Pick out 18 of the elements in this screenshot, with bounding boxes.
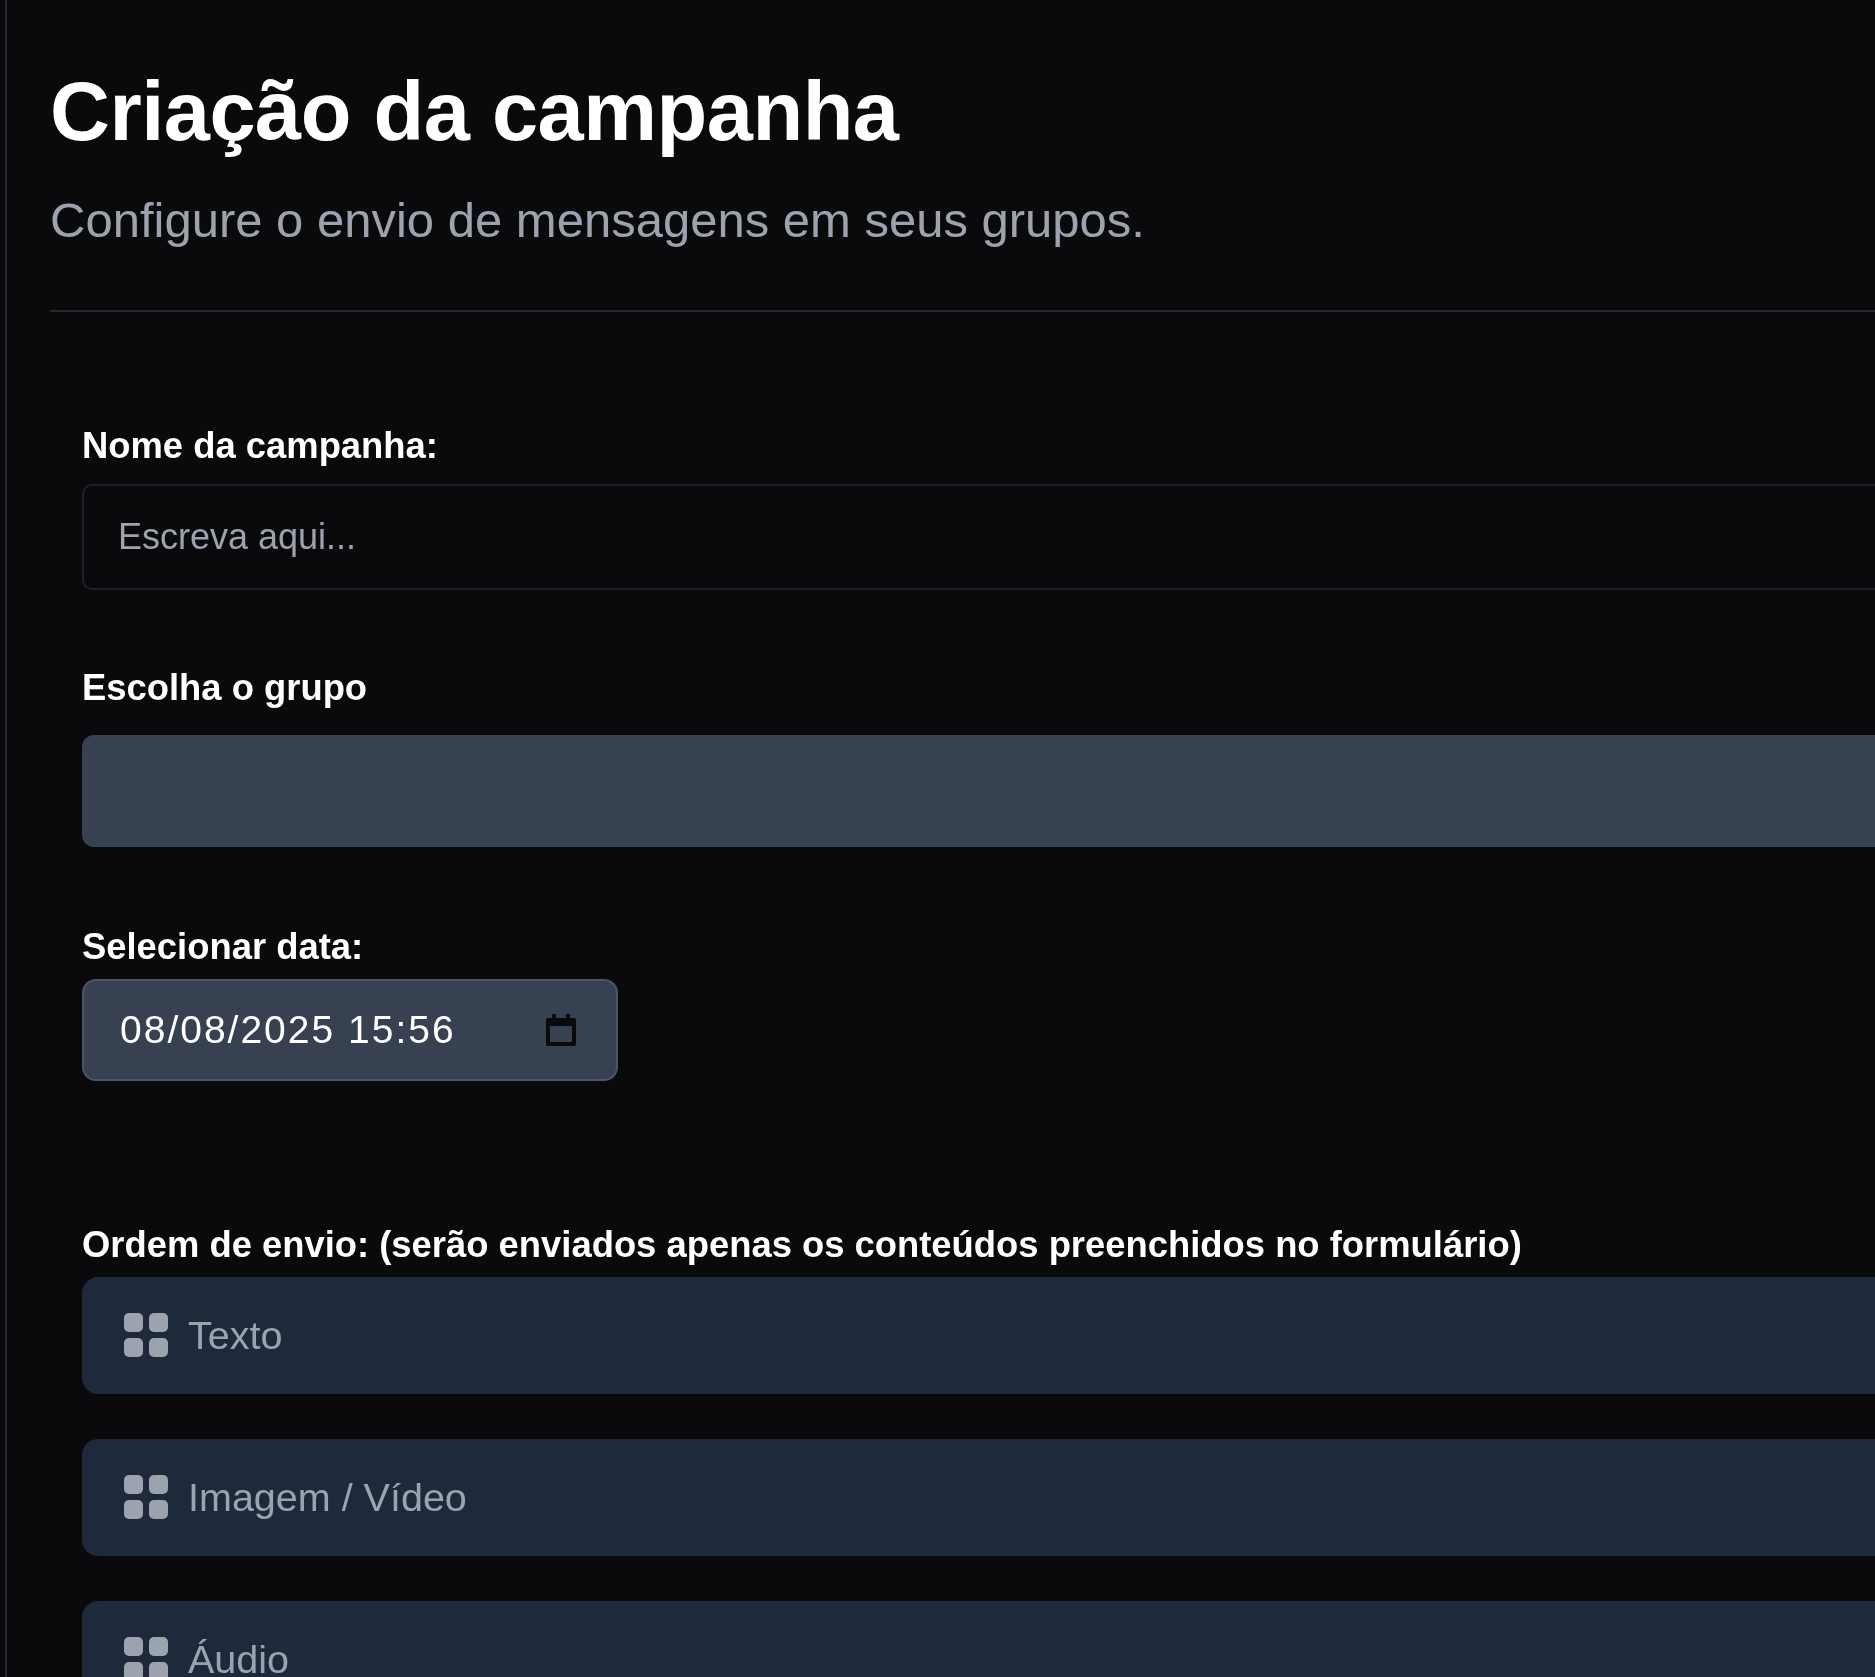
drag-handle-icon[interactable] [124,1475,168,1520]
field-label: Selecionar data: [82,925,365,970]
item-label: Áudio [188,1636,290,1677]
field-label: Nome da campanha: [82,424,439,468]
drag-handle-icon[interactable] [124,1313,168,1358]
page-subtitle: Configure o envio de mensagens em seus grupos. [50,192,1146,250]
date-field[interactable]: 08/08/2025 15:56 [82,979,618,1082]
page-title: Criação da campanha [50,64,901,158]
field-label: Escolha o grupo [82,665,369,710]
section-label: Ordem de envio: (serão enviados apenas os conteúdos preenchidos no formulário) [82,1223,1523,1267]
item-label: Texto [188,1312,283,1358]
item-label: Imagem / Vídeo [188,1474,467,1520]
order-item[interactable]: Texto [82,1276,1875,1394]
select-field[interactable] [82,735,1875,848]
order-item[interactable]: Imagem / Vídeo [82,1438,1875,1556]
drag-handle-icon[interactable] [124,1637,168,1677]
input-field[interactable]: Escreva aqui... [82,483,1875,590]
order-item[interactable]: Áudio [82,1600,1875,1677]
